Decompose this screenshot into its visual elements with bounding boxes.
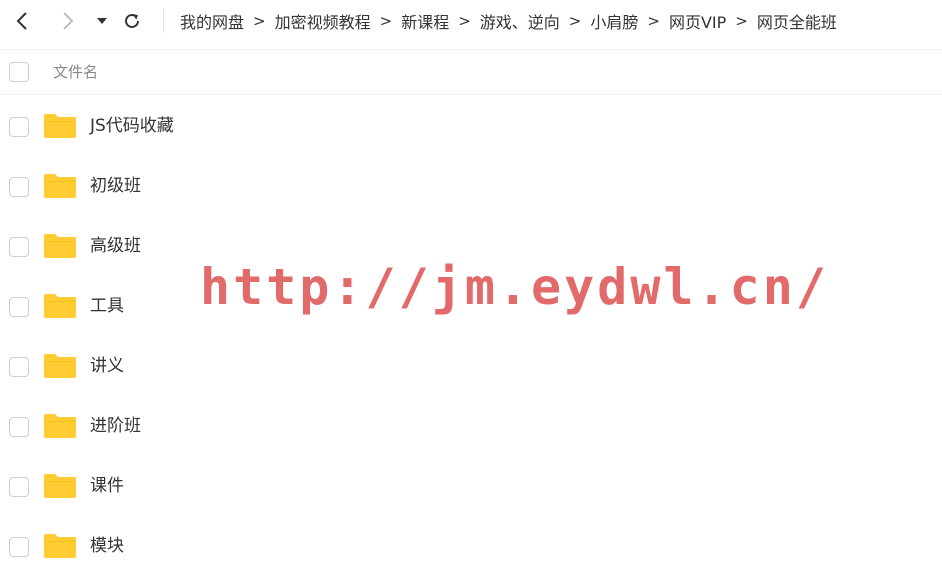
breadcrumb-item[interactable]: 新课程 xyxy=(401,9,449,33)
file-list: JS代码收藏 初级班 高级班 工具 讲义 进阶班 课件 模块 xyxy=(0,96,942,576)
folder-icon xyxy=(44,534,76,558)
breadcrumb-separator: > xyxy=(253,12,266,30)
forward-button[interactable] xyxy=(54,7,82,35)
row-checkbox[interactable] xyxy=(9,117,29,137)
breadcrumb-item[interactable]: 小肩膀 xyxy=(590,9,638,33)
list-item[interactable]: 课件 xyxy=(0,456,942,516)
chevron-right-icon xyxy=(63,12,74,30)
list-item[interactable]: JS代码收藏 xyxy=(0,96,942,156)
breadcrumb: 我的网盘 > 加密视频教程 > 新课程 > 游戏、逆向 > 小肩膀 > 网页VI… xyxy=(180,0,837,42)
column-header-filename[interactable]: 文件名 xyxy=(53,50,98,94)
list-item[interactable]: 模块 xyxy=(0,516,942,576)
list-item[interactable]: 高级班 xyxy=(0,216,942,276)
breadcrumb-separator: > xyxy=(458,12,471,30)
file-name[interactable]: 讲义 xyxy=(90,336,124,396)
file-name[interactable]: 进阶班 xyxy=(90,396,141,456)
folder-icon xyxy=(44,474,76,498)
list-item[interactable]: 讲义 xyxy=(0,336,942,396)
breadcrumb-item[interactable]: 加密视频教程 xyxy=(275,9,371,33)
file-manager-window: 我的网盘 > 加密视频教程 > 新课程 > 游戏、逆向 > 小肩膀 > 网页VI… xyxy=(0,0,942,579)
file-name[interactable]: 高级班 xyxy=(90,216,141,276)
select-all-checkbox[interactable] xyxy=(9,62,29,82)
folder-icon xyxy=(44,414,76,438)
row-checkbox[interactable] xyxy=(9,297,29,317)
list-item[interactable]: 初级班 xyxy=(0,156,942,216)
file-name[interactable]: 工具 xyxy=(90,276,124,336)
breadcrumb-separator: > xyxy=(379,12,393,30)
row-checkbox[interactable] xyxy=(9,357,29,377)
caret-down-icon xyxy=(97,18,107,24)
navigation-bar: 我的网盘 > 加密视频教程 > 新课程 > 游戏、逆向 > 小肩膀 > 网页VI… xyxy=(0,0,942,42)
breadcrumb-item-current[interactable]: 网页全能班 xyxy=(757,9,837,33)
breadcrumb-separator: > xyxy=(568,12,582,30)
history-dropdown-button[interactable] xyxy=(92,7,112,35)
breadcrumb-item[interactable]: 游戏、逆向 xyxy=(480,9,560,33)
folder-icon xyxy=(44,294,76,318)
breadcrumb-item[interactable]: 我的网盘 xyxy=(180,9,244,33)
refresh-icon xyxy=(125,13,139,28)
list-item[interactable]: 工具 xyxy=(0,276,942,336)
chevron-left-icon xyxy=(16,12,27,30)
breadcrumb-separator: > xyxy=(735,12,748,30)
breadcrumb-item[interactable]: 网页VIP xyxy=(669,9,726,33)
row-checkbox[interactable] xyxy=(9,417,29,437)
breadcrumb-separator: > xyxy=(647,12,660,30)
row-checkbox[interactable] xyxy=(9,477,29,497)
back-button[interactable] xyxy=(8,7,36,35)
row-checkbox[interactable] xyxy=(9,177,29,197)
file-name[interactable]: 初级班 xyxy=(90,156,141,216)
toolbar-divider xyxy=(163,9,164,33)
file-name[interactable]: JS代码收藏 xyxy=(90,96,174,156)
row-checkbox[interactable] xyxy=(9,537,29,557)
folder-icon xyxy=(44,114,76,138)
file-name[interactable]: 课件 xyxy=(90,456,124,516)
row-checkbox[interactable] xyxy=(9,237,29,257)
list-item[interactable]: 进阶班 xyxy=(0,396,942,456)
folder-icon xyxy=(44,174,76,198)
file-list-header: 文件名 xyxy=(0,49,942,95)
file-name[interactable]: 模块 xyxy=(90,516,124,576)
folder-icon xyxy=(44,234,76,258)
folder-icon xyxy=(44,354,76,378)
refresh-button[interactable] xyxy=(118,7,146,35)
